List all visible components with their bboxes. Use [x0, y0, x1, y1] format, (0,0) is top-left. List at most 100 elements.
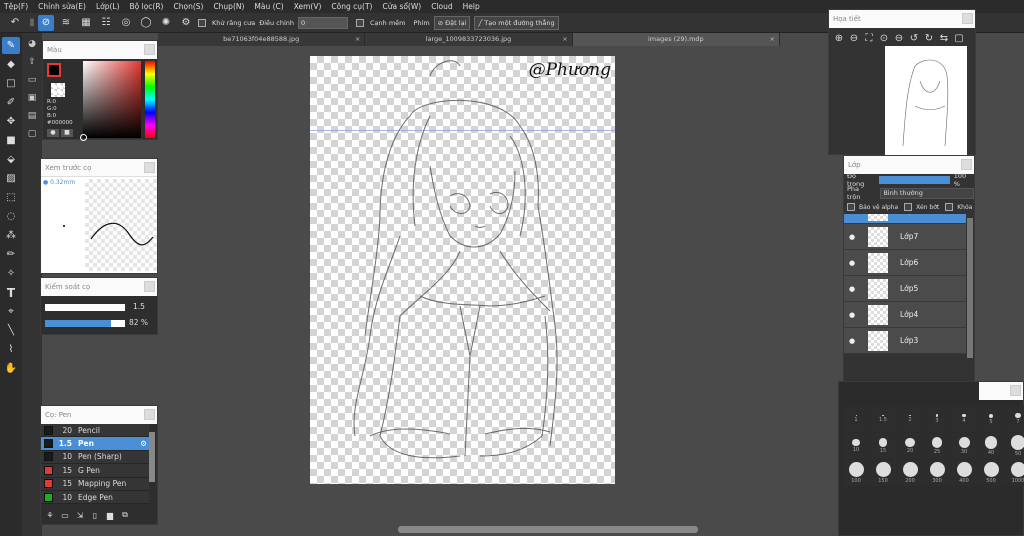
layer-visibility-icon[interactable]: ●	[844, 311, 860, 319]
brush-item[interactable]: 10 Edge Pen	[41, 490, 149, 505]
drawing-canvas[interactable]: @Phương	[310, 56, 615, 484]
brush-size-option[interactable]: 7	[1005, 406, 1024, 432]
layer-item[interactable]: ● Lớp7	[844, 224, 966, 250]
brush-size-option[interactable]: 300	[924, 460, 950, 486]
ellipse-icon[interactable]: ◯	[138, 15, 154, 31]
panel-close-icon[interactable]	[144, 409, 155, 420]
document-icon[interactable]: ▤	[25, 109, 39, 123]
menu-item[interactable]: Màu (C)	[254, 2, 283, 11]
hand-tool-icon[interactable]: ✋	[2, 360, 20, 377]
antialias-checkbox[interactable]	[198, 18, 206, 27]
brush-size-option[interactable]: 40	[978, 433, 1004, 459]
concentric-icon[interactable]: ◎	[118, 15, 134, 31]
primary-color-swatch[interactable]	[47, 63, 61, 77]
brush-size-option[interactable]: 200	[897, 460, 923, 486]
brush-settings-gear-icon[interactable]: ⚙	[140, 439, 147, 448]
eraser-tool-icon[interactable]: ◆	[2, 56, 20, 73]
divide-tool-icon[interactable]: ╲	[2, 322, 20, 339]
brush-item[interactable]: 15 Mapping Pen	[41, 477, 149, 491]
canvas-area[interactable]: @Phương	[158, 46, 838, 536]
menu-item[interactable]: Bộ lọc(R)	[130, 2, 164, 11]
brush-list-scrollbar[interactable]	[149, 432, 155, 482]
export-icon[interactable]: ⇪	[25, 55, 39, 69]
layer-visibility-icon[interactable]: ●	[844, 337, 860, 345]
zoom-out-small-icon[interactable]: ⊖	[893, 30, 905, 46]
move-tool-icon[interactable]: ✥	[2, 113, 20, 130]
menu-item[interactable]: Lớp(L)	[96, 2, 120, 11]
brush-size-option[interactable]: 100	[843, 460, 869, 486]
pen-tool-icon[interactable]: ✎	[2, 37, 20, 54]
brush-size-option[interactable]: 5	[978, 406, 1004, 432]
layer-item[interactable]: ● Lớp3	[844, 328, 966, 354]
brush-size-option[interactable]: 50	[1005, 433, 1024, 459]
menu-item[interactable]: Cửa sổ(W)	[382, 2, 421, 11]
brush-size-option[interactable]: 3	[924, 406, 950, 432]
no-stabilizer-icon[interactable]: ⊘	[38, 14, 54, 31]
undo-icon[interactable]: ↶	[4, 15, 26, 31]
folder-icon[interactable]: ▆	[104, 509, 116, 521]
brush-size-option[interactable]: 2	[897, 406, 923, 432]
brush-item[interactable]: 10 Pen (Sharp)	[41, 450, 149, 465]
secondary-color-swatch[interactable]	[51, 83, 65, 97]
document-tab[interactable]: be71063f04e88588.jpg ×	[158, 33, 366, 46]
select-pen-icon[interactable]: ✐	[2, 94, 20, 111]
rotate-right-icon[interactable]: ↻	[923, 30, 935, 46]
brush-size-option[interactable]: 500	[978, 460, 1004, 486]
dot-tool-icon[interactable]: □	[2, 75, 20, 92]
brush-size-slider[interactable]	[45, 304, 125, 311]
protect-alpha-checkbox[interactable]	[847, 203, 855, 211]
rect-select-icon[interactable]: ⬚	[2, 189, 20, 206]
layer-visibility-icon[interactable]: ●	[844, 214, 860, 215]
fit-icon[interactable]: ⛶	[863, 30, 875, 46]
brush-size-option[interactable]: 20	[897, 433, 923, 459]
grid-ruler-icon[interactable]: ▦	[78, 15, 94, 31]
hue-slider[interactable]	[145, 61, 155, 138]
panel-close-icon[interactable]	[144, 281, 155, 292]
brush-size-option[interactable]: 30	[951, 433, 977, 459]
menu-item[interactable]: Chụp(N)	[213, 2, 244, 11]
magic-wand-icon[interactable]: ⁂	[2, 227, 20, 244]
rotate-left-icon[interactable]: ↺	[908, 30, 920, 46]
text-tool-icon[interactable]: T	[2, 284, 20, 301]
blend-mode-select[interactable]: Bình thường	[880, 187, 974, 199]
layer-visibility-icon[interactable]: ●	[844, 285, 860, 293]
horizontal-scrollbar[interactable]	[398, 526, 698, 533]
menu-item[interactable]: Tệp(F)	[4, 2, 28, 11]
brush-add-icon[interactable]: ⇲	[74, 509, 86, 521]
panel-close-icon[interactable]	[962, 13, 973, 24]
menu-item[interactable]: Xem(V)	[294, 2, 322, 11]
brush-size-option[interactable]: 150	[870, 460, 896, 486]
reset-button[interactable]: ⊘ Đặt lại	[433, 15, 471, 30]
zoom-in-icon[interactable]: ⊕	[833, 30, 845, 46]
color-wheel-icon[interactable]: ◕	[25, 37, 39, 51]
layer-item[interactable]: ● Lớp6	[844, 250, 966, 276]
edge-checkbox[interactable]	[356, 18, 364, 27]
brush-item[interactable]: 1.5 Pen ⚙	[41, 437, 149, 451]
menu-item[interactable]: Chọn(S)	[173, 2, 203, 11]
panel-close-icon[interactable]	[144, 44, 155, 55]
menu-item[interactable]: Help	[463, 2, 480, 11]
parallel-ruler-icon[interactable]: ≋	[58, 15, 74, 31]
layer-visibility-icon[interactable]: ●	[844, 233, 860, 241]
add-color-icon[interactable]: ●	[47, 129, 59, 137]
gradient-tool-icon[interactable]: ▨	[2, 170, 20, 187]
layer-visibility-icon[interactable]: ●	[844, 259, 860, 267]
layer-opacity-slider[interactable]	[878, 176, 950, 184]
swap-color-icon[interactable]: ■	[61, 129, 73, 137]
close-tab-icon[interactable]: ×	[562, 33, 567, 46]
brush-size-option[interactable]: 10	[843, 433, 869, 459]
layer-settings-gear-icon[interactable]: ⚙	[949, 214, 956, 215]
blank-icon[interactable]: ▢	[25, 127, 39, 141]
picker-cursor[interactable]	[80, 134, 87, 141]
straight-line-button[interactable]: ╱ Tạo một đường thẳng	[474, 15, 559, 30]
zoom-reset-icon[interactable]: ⊙	[878, 30, 890, 46]
clipping-checkbox[interactable]	[904, 203, 913, 211]
bucket-tool-icon[interactable]: ⬙	[2, 151, 20, 168]
brush-size-option[interactable]: 25	[924, 433, 950, 459]
settings-icon[interactable]: ⚙	[178, 15, 194, 31]
brush-size-option[interactable]: 1000	[1005, 460, 1024, 486]
brush-item[interactable]: 15 G Pen	[41, 464, 149, 478]
eyedropper-icon[interactable]: ⌇	[2, 341, 20, 358]
select-pen-tool-icon[interactable]: ✏	[2, 246, 20, 263]
panel-close-icon[interactable]	[1010, 385, 1021, 396]
